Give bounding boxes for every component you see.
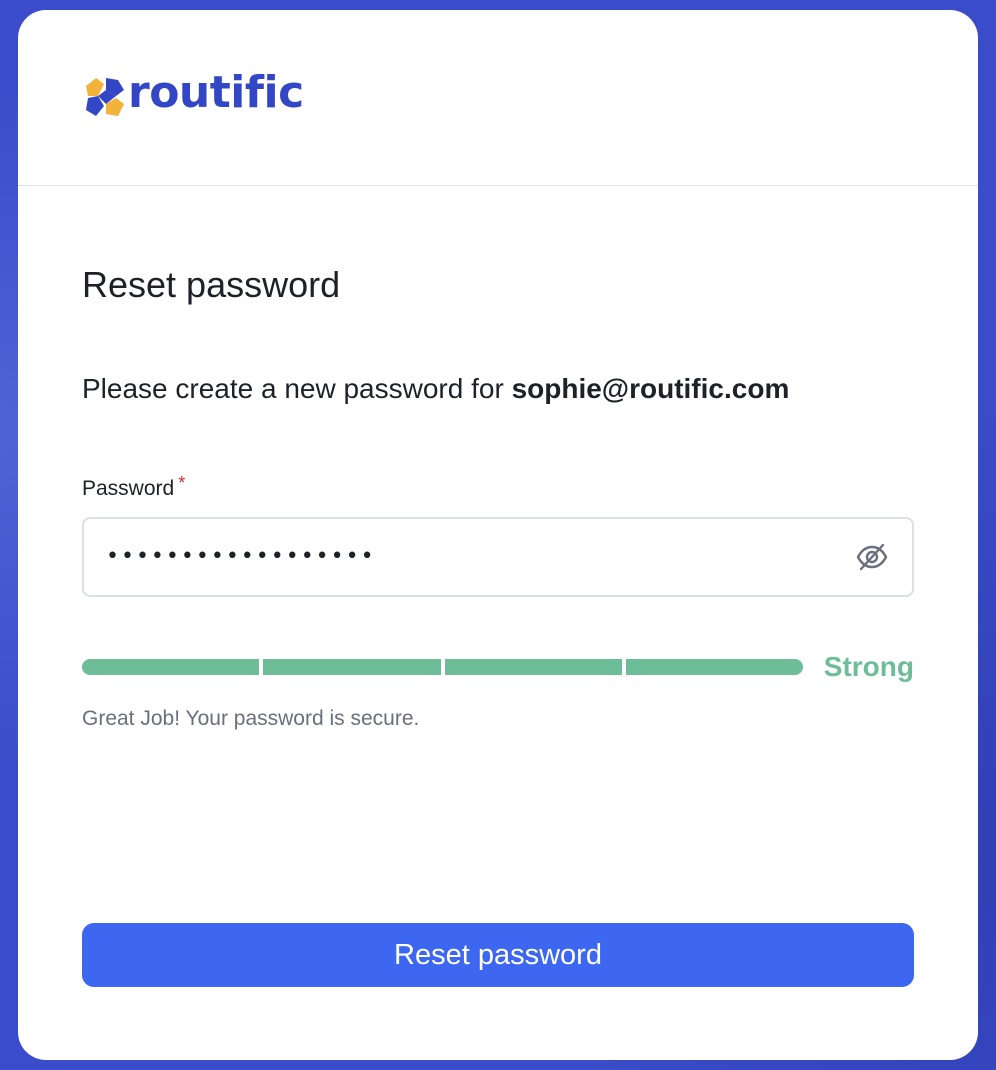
routific-logo: routific [84,67,304,118]
page-title: Reset password [82,264,341,305]
instructions-text: Please create a new password for [82,373,512,404]
reset-password-card: routific Reset password Please create a … [18,10,978,1060]
password-strength-meter: Strong [82,650,914,684]
account-email: sophie@routific.com [511,373,790,404]
password-label: Password * [82,473,186,502]
strength-segment [625,659,803,675]
reset-instructions: Please create a new password for sophie@… [82,372,789,406]
strength-label: Strong [823,651,914,682]
strength-segment [82,659,260,675]
routific-flower-logo-icon [86,78,124,116]
logo-text: routific [128,67,304,118]
password-input[interactable]: •••••••••••••••••• [82,517,914,597]
card-header: routific [18,10,978,186]
required-marker: * [178,473,186,493]
strength-message: Great Job! Your password is secure. [82,707,420,730]
strength-segment [444,659,622,675]
password-label-text: Password [82,477,175,500]
eye-off-icon[interactable] [854,539,890,575]
reset-password-button[interactable]: Reset password [82,923,914,987]
strength-bar [82,659,803,675]
password-input-value[interactable]: •••••••••••••••••• [106,545,854,569]
strength-segment [263,659,441,675]
